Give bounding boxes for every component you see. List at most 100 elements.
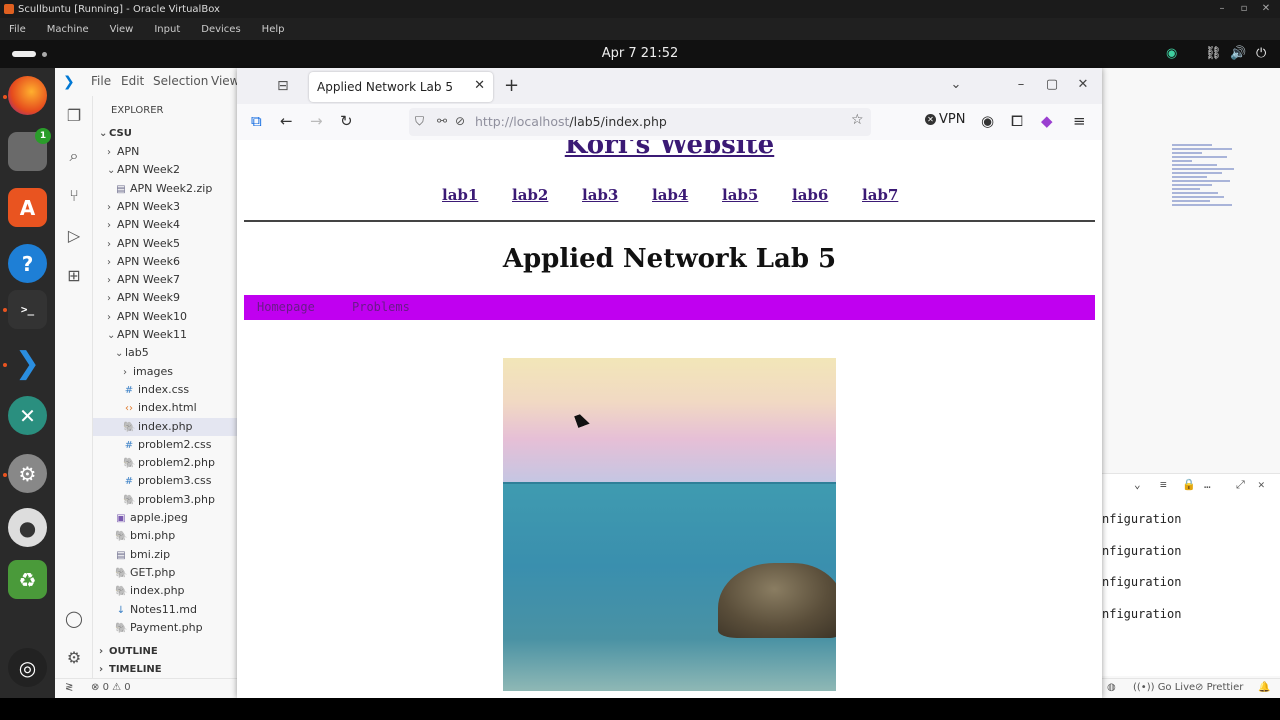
lab4-link[interactable]: lab4 [652, 186, 688, 204]
terminal-icon[interactable]: >_ [8, 290, 47, 329]
outline-section[interactable]: › OUTLINE [93, 643, 238, 661]
maximize-panel-icon[interactable]: ⤢ [1236, 478, 1245, 492]
go-live-button[interactable]: ((•)) Go Live [1133, 682, 1195, 693]
vscode-menu-file[interactable]: File [91, 74, 111, 88]
host-menu-devices[interactable]: Devices [201, 24, 240, 35]
problems-link[interactable]: Problems [352, 300, 410, 314]
url-text[interactable]: http://localhost/lab5/index.php [475, 114, 667, 129]
lab1-link[interactable]: lab1 [442, 186, 478, 204]
close-window-button[interactable]: ✕ [1074, 77, 1092, 92]
tree-file[interactable]: ▤ bmi.zip [93, 546, 238, 564]
reload-button[interactable]: ↻ [340, 112, 353, 130]
site-title-link[interactable]: Kori's Website [237, 140, 1102, 160]
tree-folder[interactable]: › APN Week4 [93, 216, 238, 234]
disc-icon[interactable]: ● [8, 508, 47, 547]
firefox-icon[interactable] [8, 76, 47, 115]
explorer-icon[interactable]: ❐ [64, 106, 84, 126]
account-icon[interactable]: ◉ [981, 112, 994, 130]
clear-terminal-icon[interactable]: ≡ [1160, 478, 1167, 491]
tree-file[interactable]: 🐘 problem2.php [93, 454, 238, 472]
vscode-icon[interactable]: ❯ [8, 344, 47, 383]
clock[interactable]: Apr 7 21:52 [0, 46, 1280, 61]
permissions-icon[interactable]: ⚯ [437, 114, 447, 128]
tab-applied-network-lab-5[interactable]: Applied Network Lab 5 ✕ [309, 72, 493, 102]
remote-desktop-icon[interactable]: ✕ [8, 396, 47, 435]
host-menu-help[interactable]: Help [262, 24, 285, 35]
extension-badge-icon[interactable]: ◆ [1041, 112, 1053, 130]
tree-file[interactable]: ▣ apple.jpeg [93, 509, 238, 527]
close-tab-icon[interactable]: ✕ [474, 78, 485, 93]
lock-icon[interactable]: 🔒 [1182, 478, 1196, 491]
host-minimize-button[interactable]: – [1210, 0, 1234, 18]
source-control-icon[interactable]: ⑂ [64, 186, 84, 206]
tree-file[interactable]: ▤ APN Week2.zip [93, 180, 238, 198]
vscode-menu-view[interactable]: View [211, 74, 239, 88]
tree-folder[interactable]: › APN Week7 [93, 271, 238, 289]
files-icon[interactable]: 1 [8, 128, 51, 171]
tree-file[interactable]: # index.css [93, 381, 238, 399]
minimize-button[interactable]: – [1012, 77, 1030, 92]
lab6-link[interactable]: lab6 [792, 186, 828, 204]
tree-folder[interactable]: › APN Week9 [93, 289, 238, 307]
remote-icon[interactable]: ≷ [65, 682, 73, 693]
maximize-button[interactable]: ▢ [1043, 77, 1061, 92]
back-button[interactable]: ← [280, 112, 293, 130]
manage-gear-icon[interactable]: ⚙ [64, 648, 84, 668]
tree-file[interactable]: 🐘 bmi.php [93, 527, 238, 545]
ubuntu-icon[interactable]: ◎ [8, 648, 47, 687]
host-menu-machine[interactable]: Machine [47, 24, 89, 35]
tree-file[interactable]: 🐘 problem3.php [93, 491, 238, 509]
tree-file[interactable]: 🐘 GET.php [93, 564, 238, 582]
lab3-link[interactable]: lab3 [582, 186, 618, 204]
list-all-tabs-icon[interactable]: ⊟ [277, 78, 289, 94]
tree-folder[interactable]: ⌄ APN Week11 [93, 326, 238, 344]
host-menu-view[interactable]: View [110, 24, 134, 35]
app-center-icon[interactable]: A [8, 188, 47, 227]
bookmark-star-icon[interactable]: ☆ [851, 112, 864, 128]
tracking-shield-icon[interactable]: ⛉ [415, 114, 424, 129]
tree-folder[interactable]: › APN Week6 [93, 253, 238, 271]
tree-file[interactable]: ↓ Notes11.md [93, 601, 238, 619]
timeline-section[interactable]: › TIMELINE [93, 661, 238, 679]
tree-folder[interactable]: › APN Week10 [93, 308, 238, 326]
power-icon[interactable]: ⏻ [1256, 46, 1266, 61]
lab5-link[interactable]: lab5 [722, 186, 758, 204]
url-bar[interactable]: ⛉ ⚯ ⊘ http://localhost/lab5/index.php ☆ [409, 108, 871, 136]
notifications-icon[interactable]: 🔔 [1258, 682, 1270, 693]
workspace-root[interactable]: ⌄ CSU [93, 125, 238, 143]
help-icon[interactable]: ? [8, 244, 47, 283]
not-secure-icon[interactable]: ⊘ [455, 114, 465, 128]
vscode-menu-selection[interactable]: Selection [153, 74, 208, 88]
app-menu-icon[interactable]: ≡ [1073, 112, 1086, 130]
host-menu-input[interactable]: Input [154, 24, 180, 35]
tree-folder[interactable]: ⌄ APN Week2 [93, 161, 238, 179]
host-maximize-button[interactable]: ▫ [1232, 0, 1256, 18]
run-debug-icon[interactable]: ▷ [64, 226, 84, 246]
tree-file[interactable]: 🐘 Payment.php [93, 619, 238, 637]
minimap[interactable] [1172, 144, 1242, 244]
tab-overflow-chevron-icon[interactable]: ⌄ [947, 77, 965, 92]
forward-button[interactable]: → [310, 112, 323, 130]
sidebar-icon[interactable]: ⧉ [251, 112, 262, 130]
tree-folder[interactable]: › APN Week3 [93, 198, 238, 216]
remote-desktop-indicator-icon[interactable]: ◉ [1166, 46, 1177, 61]
settings-icon[interactable]: ⚙ [8, 454, 47, 493]
volume-icon[interactable]: 🔊 [1230, 46, 1246, 61]
tree-folder[interactable]: › images [93, 363, 238, 381]
terminal-dropdown-icon[interactable]: ⌄ [1134, 478, 1141, 491]
extensions-icon[interactable]: ⧠ [1011, 112, 1023, 130]
network-icon[interactable]: ⛓ [1205, 46, 1222, 61]
tree-folder[interactable]: › APN Week5 [93, 235, 238, 253]
problems-status[interactable]: ⊗ 0 ⚠ 0 [91, 682, 131, 693]
account-icon[interactable]: ◯ [64, 609, 84, 629]
host-menu-file[interactable]: File [9, 24, 26, 35]
tree-folder[interactable]: ⌄ lab5 [93, 344, 238, 362]
tree-file[interactable]: # problem3.css [93, 472, 238, 490]
trash-icon[interactable]: ♻ [8, 560, 47, 599]
lab2-link[interactable]: lab2 [512, 186, 548, 204]
homepage-link[interactable]: Homepage [257, 300, 315, 314]
tree-file[interactable]: ‹› index.html [93, 399, 238, 417]
vpn-button[interactable]: ✕ VPN [925, 112, 965, 127]
extensions-icon[interactable]: ⊞ [64, 266, 84, 286]
search-icon[interactable]: ⌕ [64, 146, 84, 166]
